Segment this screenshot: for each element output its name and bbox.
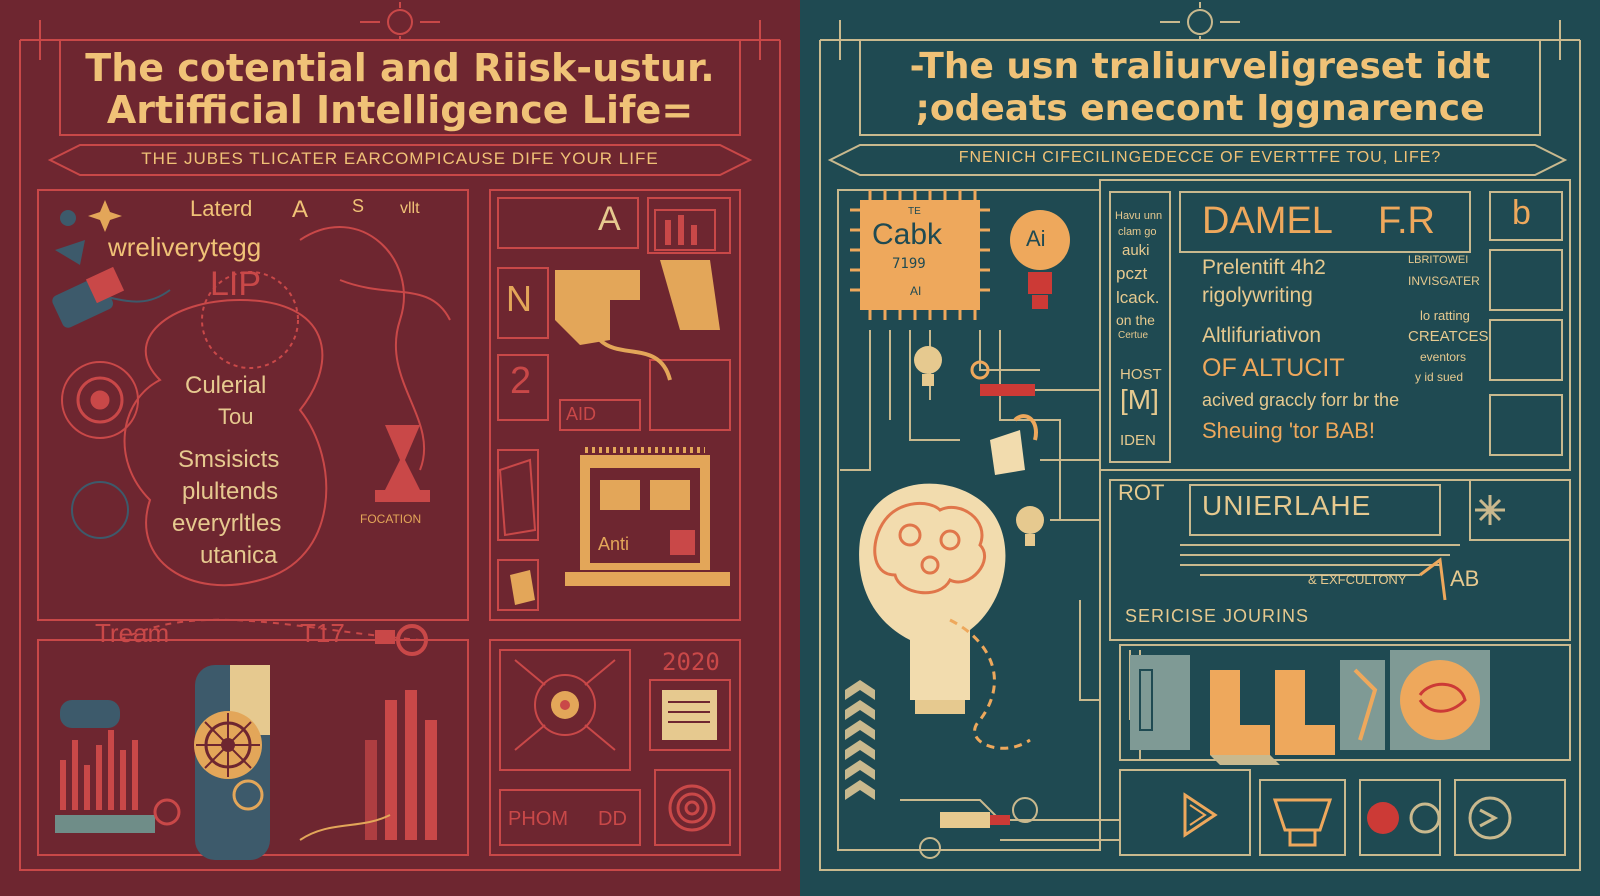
sericise-label: SERICISE JOURINS <box>1125 606 1310 626</box>
damel-label: DAMEL <box>1202 200 1333 242</box>
left-title-line1: The cotential and Riisk-ustur. <box>85 46 715 90</box>
left-scribble-3: S <box>352 196 365 216</box>
left-tream: Tream <box>95 618 170 648</box>
host-label: HOST <box>1120 366 1162 383</box>
left-scribble-1: Laterd <box>190 196 253 221</box>
left-scribble-6: vllt <box>400 200 420 217</box>
body-text-5: acived graccly forr br the <box>1202 390 1400 410</box>
left-box-2: 2 <box>510 360 532 402</box>
iden-label: IDEN <box>1120 432 1156 449</box>
col-text-1: Havu unn <box>1115 210 1163 222</box>
target-icon <box>76 376 124 424</box>
side-text-5: eventors <box>1420 350 1467 364</box>
bar-chart-icon <box>55 730 155 833</box>
left-phom: PHOM <box>508 808 568 830</box>
left-scribble-2: A <box>292 196 309 223</box>
left-banner-text: THE JUBES TLICATER EARCOMPICAUSE DIFE YO… <box>141 149 659 168</box>
col-text-5: lcack. <box>1116 288 1160 307</box>
body-text-3: Altlifuriativon <box>1202 324 1322 347</box>
left-oval-line1: Culerial <box>185 372 267 399</box>
left-oval-line3: Smsisicts <box>178 446 280 473</box>
left-focation: FOCATION <box>360 512 422 526</box>
chip-number: 7199 <box>892 256 926 272</box>
left-box-n: N <box>506 278 532 319</box>
left-scribble-5: LIP <box>210 265 262 303</box>
left-oval-line2: Tou <box>218 404 254 429</box>
right-frame-lines <box>819 2 1581 871</box>
gear-icon <box>194 711 262 779</box>
left-title-line2: Artifficial Intelligence Life= <box>106 88 694 132</box>
left-oval-line6: utanica <box>200 542 278 569</box>
left-oval-line4: plultends <box>182 478 279 505</box>
left-poster: The cotential and Riisk-ustur. Artiffici… <box>0 0 800 896</box>
body-text-6: Sheuing 'tor BAB! <box>1202 418 1375 443</box>
sparkle-icon <box>88 200 122 232</box>
left-frame-lines <box>19 2 781 871</box>
left-oval-line5: everyrltles <box>172 510 282 537</box>
body-text-4: OF ALTUCIT <box>1202 354 1345 382</box>
chip-small-label: TE <box>908 206 921 217</box>
arrow-icon <box>1183 792 1218 838</box>
col-text-3: auki <box>1122 242 1150 259</box>
unierlahe-label: UNIERLAHE <box>1202 490 1372 521</box>
exfcultony-label: & EXFCULTONY <box>1308 572 1407 587</box>
ab-label: AB <box>1450 566 1480 591</box>
col-text-7: Certue <box>1118 330 1149 341</box>
right-title-line2: ;odeats enecont Iggnarence <box>915 88 1485 129</box>
col-text-2: clam go <box>1118 226 1157 238</box>
col-text-6: on the <box>1116 312 1155 328</box>
side-text-6: y id sued <box>1415 370 1464 384</box>
left-laptop-label: Anti <box>598 534 630 554</box>
laptop-icon <box>565 447 730 586</box>
side-text-3: lo ratting <box>1420 308 1470 323</box>
left-scribble-4: wreliverytegg <box>108 232 262 262</box>
chip-big-label: Cabk <box>872 218 943 251</box>
body-text-2: rigolywriting <box>1202 284 1313 307</box>
lightbulb-head-icon <box>859 483 1006 714</box>
dr-label: F.R <box>1378 200 1435 242</box>
right-poster: -The usn traliurveligreset idt ;odeats e… <box>800 0 1600 896</box>
right-banner-text: FNENICH CIFECILINGEDECCE OF EVERTTFE TOU… <box>958 149 1442 166</box>
left-year: 2020 <box>662 648 720 676</box>
b-glyph: b <box>1512 194 1531 232</box>
right-title-line1: -The usn traliurveligreset idt <box>909 46 1491 87</box>
chip-ai-label: AI <box>910 284 922 298</box>
rot-label: ROT <box>1118 480 1165 505</box>
m-box-label: [M] <box>1120 384 1159 415</box>
left-dd: DD <box>598 808 627 830</box>
left-box-aid: AID <box>566 404 597 424</box>
side-text-4: CREATCES <box>1408 328 1489 345</box>
left-box-a: A <box>598 200 621 238</box>
side-text-2: INVISGATER <box>1408 274 1480 288</box>
bulb-ai-label: Ai <box>1026 226 1046 251</box>
side-text-1: LBRITOWEI <box>1408 254 1469 266</box>
body-text-1: Prelentift 4h2 <box>1202 256 1326 279</box>
left-t17: T17 <box>300 618 345 648</box>
col-text-4: pczt <box>1116 264 1148 283</box>
